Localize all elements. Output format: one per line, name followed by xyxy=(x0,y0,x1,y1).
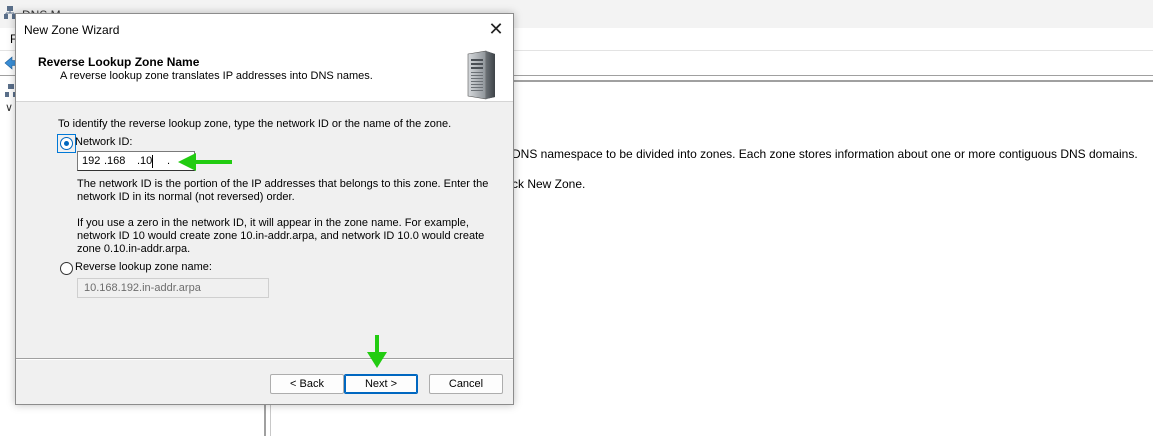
new-zone-wizard-dialog: New Zone Wizard ✕ Reverse Lookup Zone Na… xyxy=(15,13,514,405)
ip-octet-1[interactable]: 192 xyxy=(82,155,100,167)
network-id-description: The network ID is the portion of the IP … xyxy=(77,178,489,203)
footer-divider-highlight xyxy=(16,359,513,360)
annotation-arrow-down-icon xyxy=(367,335,387,368)
tree-expand-chevron-icon[interactable]: ∨ xyxy=(5,101,13,114)
server-icon xyxy=(467,50,495,100)
back-button[interactable]: < Back xyxy=(270,374,344,394)
intro-text: To identify the reverse lookup zone, typ… xyxy=(58,118,452,130)
wizard-page-title: Reverse Lookup Zone Name xyxy=(38,55,200,69)
network-id-label[interactable]: Network ID: xyxy=(75,136,132,148)
ip-octet-4[interactable]: . xyxy=(167,155,170,167)
reverse-zone-name-label[interactable]: Reverse lookup zone name: xyxy=(75,261,212,273)
zero-network-note: If you use a zero in the network ID, it … xyxy=(77,217,485,255)
reverse-zone-name-radio[interactable] xyxy=(60,262,73,275)
reverse-zone-name-input: 10.168.192.in-addr.arpa xyxy=(77,278,269,298)
wizard-page-subtitle: A reverse lookup zone translates IP addr… xyxy=(60,70,373,82)
annotation-arrow-left-icon xyxy=(178,153,232,171)
ip-octet-3[interactable]: .10 xyxy=(137,155,152,167)
ip-octet-2[interactable]: .168 xyxy=(104,155,125,167)
text-caret xyxy=(152,155,153,168)
cancel-button[interactable]: Cancel xyxy=(429,374,503,394)
details-instruction: ck New Zone. xyxy=(512,177,586,191)
close-icon[interactable]: ✕ xyxy=(479,14,513,45)
next-button[interactable]: Next > xyxy=(344,374,418,394)
details-description: DNS namespace to be divided into zones. … xyxy=(512,147,1138,161)
wizard-header: Reverse Lookup Zone Name A reverse looku… xyxy=(16,45,513,102)
dialog-title: New Zone Wizard xyxy=(24,23,120,37)
network-id-radio[interactable] xyxy=(60,137,73,150)
dialog-titlebar[interactable]: New Zone Wizard ✕ xyxy=(16,14,513,45)
